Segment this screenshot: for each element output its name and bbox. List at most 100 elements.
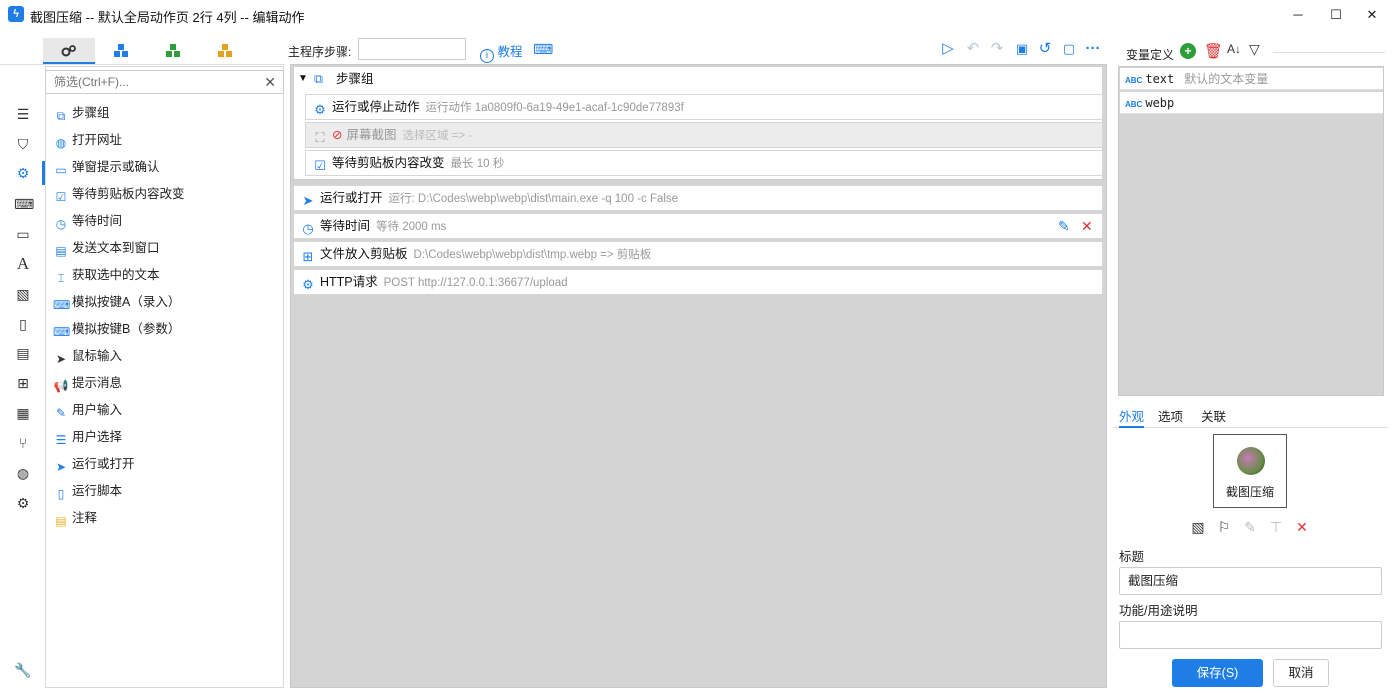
edit-icon[interactable]: ✎ xyxy=(1058,214,1070,238)
document-icon[interactable]: ▤ xyxy=(14,344,32,362)
collapse-icon[interactable]: ▼ xyxy=(298,67,308,91)
action-label: 发送文本到窗口 xyxy=(72,241,160,255)
tab-gear-group[interactable] xyxy=(43,38,95,64)
step-input[interactable] xyxy=(358,38,466,60)
action-item[interactable]: ⌨ 模拟按键A（录入） xyxy=(53,291,180,313)
step-row[interactable]: ☑ 等待剪贴板内容改变 最长 10 秒 xyxy=(305,150,1103,176)
branch-icon[interactable]: ⑂ xyxy=(14,434,32,452)
action-item[interactable]: ▭ 弹窗提示或确认 xyxy=(53,156,159,178)
settings-icon[interactable]: ⚙ xyxy=(14,164,32,182)
step-row[interactable]: ➤ 运行或打开 运行: D:\Codes\webp\webp\dist\main.e… xyxy=(293,185,1103,211)
step-row[interactable]: ⚙ HTTP请求 POST http://127.0.0.1:36677/uploa… xyxy=(293,269,1103,295)
step-row[interactable]: ⊞ 文件放入剪贴板 D:\Codes\webp\webp\dist\tmp.webp… xyxy=(293,241,1103,267)
action-item[interactable]: ◍ 打开网址 xyxy=(53,129,122,151)
note-icon[interactable]: ▢ xyxy=(1060,40,1078,58)
tutorial-link[interactable]: i 教程 xyxy=(480,41,523,63)
step-detail: D:\Codes\webp\webp\dist\tmp.webp => 剪贴板 xyxy=(413,249,652,261)
preview-label: 截图压缩 xyxy=(1225,485,1274,499)
category-tabs xyxy=(0,38,285,64)
clipboard-check-icon: ☑ xyxy=(314,158,326,173)
action-label: 等待剪贴板内容改变 xyxy=(72,187,185,201)
header-divider xyxy=(1273,52,1385,53)
apps-icon[interactable]: ▦ xyxy=(14,404,32,422)
shirt-icon[interactable]: ⊤ xyxy=(1267,518,1285,536)
tabs-divider xyxy=(0,64,285,65)
action-item[interactable]: ⌨ 模拟按键B（参数） xyxy=(53,318,180,340)
step-label: 屏幕截图 xyxy=(346,128,397,142)
step-detail: 选择区域 => - xyxy=(402,130,473,142)
flag-icon[interactable]: ⚐ xyxy=(1215,518,1233,536)
action-item[interactable]: ➤ 鼠标输入 xyxy=(53,345,122,367)
delete-icon[interactable]: 🗑 xyxy=(1204,42,1223,60)
variable-row[interactable]: ABC text 默认的文本变量 xyxy=(1120,68,1383,90)
menu-icon[interactable]: ☰ xyxy=(14,105,32,123)
action-item[interactable]: ☑ 等待剪贴板内容改变 xyxy=(53,183,185,205)
keyboard-icon[interactable]: ⌨ xyxy=(14,195,34,213)
blue-cubes-icon xyxy=(114,44,128,57)
keyboard-icon[interactable]: ⌨ xyxy=(533,40,553,58)
play-icon[interactable]: ▷ xyxy=(939,40,957,58)
action-label: 运行或打开 xyxy=(72,457,135,471)
more-icon[interactable]: ··· xyxy=(1084,40,1102,58)
action-item[interactable]: 📢 提示消息 xyxy=(53,372,123,394)
remove-icon[interactable]: ✕ xyxy=(1293,518,1311,536)
action-item[interactable]: ▤ 注释 xyxy=(53,507,97,529)
wrench-icon[interactable]: 🔧 xyxy=(14,661,32,679)
save-icon[interactable]: ▣ xyxy=(1013,40,1031,58)
tab-options[interactable]: 选项 xyxy=(1158,406,1183,425)
sort-icon[interactable]: A↓ xyxy=(1227,42,1241,56)
window-icon[interactable]: ▭ xyxy=(14,225,32,243)
redo-icon[interactable]: ↷ xyxy=(988,40,1006,58)
clipboard-icon[interactable]: ▯ xyxy=(14,315,32,333)
history-icon[interactable]: ↺ xyxy=(1036,40,1054,58)
gears-icon[interactable]: ⚙ xyxy=(14,494,32,512)
filter-input[interactable] xyxy=(54,71,254,93)
globe-icon: ◍ xyxy=(55,136,67,150)
variable-row[interactable]: ABC webp xyxy=(1120,92,1383,114)
step-row[interactable]: ⚙ 运行或停止动作 运行动作 1a0809f0-6a19-49e1-acaf-1c9… xyxy=(305,94,1103,120)
step-row-disabled[interactable]: ⛶ ⊘ 屏幕截图 选择区域 => - xyxy=(305,122,1103,148)
step-label: 步骤组 xyxy=(336,72,374,86)
step-row-hover[interactable]: ◷ 等待时间 等待 2000 ms ✎ ✕ xyxy=(293,213,1103,239)
cancel-button[interactable]: 取消 xyxy=(1273,659,1329,687)
text-icon[interactable]: A xyxy=(14,255,32,273)
bookmark-icon[interactable]: ⛉ xyxy=(14,135,32,153)
property-tabs: 外观 选项 关联 xyxy=(1113,404,1388,428)
description-input[interactable] xyxy=(1119,621,1382,649)
action-item[interactable]: ▤ 发送文本到窗口 xyxy=(53,237,160,259)
close-button[interactable]: ✕ xyxy=(1349,0,1395,30)
action-preview[interactable]: 截图压缩 xyxy=(1213,434,1287,508)
globe-icon[interactable]: ◍ xyxy=(14,464,32,482)
undo-icon[interactable]: ↶ xyxy=(964,40,982,58)
delete-icon[interactable]: ✕ xyxy=(1081,214,1093,238)
filter-icon[interactable]: ▽ xyxy=(1249,41,1260,58)
title-label: 标题 xyxy=(1119,550,1145,564)
step-label: HTTP请求 xyxy=(320,275,378,289)
variables-header: 变量定义 xyxy=(1126,48,1175,62)
tab-appearance[interactable]: 外观 xyxy=(1119,406,1145,428)
clear-filter-icon[interactable]: ✕ xyxy=(264,74,276,91)
tab-links[interactable]: 关联 xyxy=(1201,406,1226,425)
green-cubes-icon xyxy=(166,44,180,57)
action-item[interactable]: ◷ 等待时间 xyxy=(53,210,122,232)
save-button[interactable]: 保存(S) xyxy=(1172,659,1263,687)
tab-blue-cubes[interactable] xyxy=(95,38,147,64)
add-icon[interactable]: + xyxy=(1180,43,1196,59)
action-item[interactable]: ☰ 用户选择 xyxy=(53,426,122,448)
type-badge: ABC xyxy=(1125,76,1143,85)
tab-orange-cubes[interactable] xyxy=(199,38,251,64)
action-item[interactable]: ➤ 运行或打开 xyxy=(53,453,135,475)
windows-icon[interactable]: ⊞ xyxy=(14,374,32,392)
title-input[interactable]: 截图压缩 xyxy=(1119,567,1382,595)
action-label: 模拟按键A（录入） xyxy=(72,295,181,309)
image-icon[interactable]: ▧ xyxy=(14,285,32,303)
eyedropper-icon[interactable]: ✎ xyxy=(1241,518,1259,536)
keyboard-icon: ⌨ xyxy=(53,298,71,312)
tab-green-cubes[interactable] xyxy=(147,38,199,64)
action-item[interactable]: ⧉ 步骤组 xyxy=(53,102,110,124)
action-item[interactable]: ⌶ 获取选中的文本 xyxy=(53,264,159,286)
action-item[interactable]: ▯ 运行脚本 xyxy=(53,480,122,502)
note-icon: ▤ xyxy=(55,514,67,528)
image-icon[interactable]: ▧ xyxy=(1189,518,1207,536)
action-item[interactable]: ✎ 用户输入 xyxy=(53,399,122,421)
